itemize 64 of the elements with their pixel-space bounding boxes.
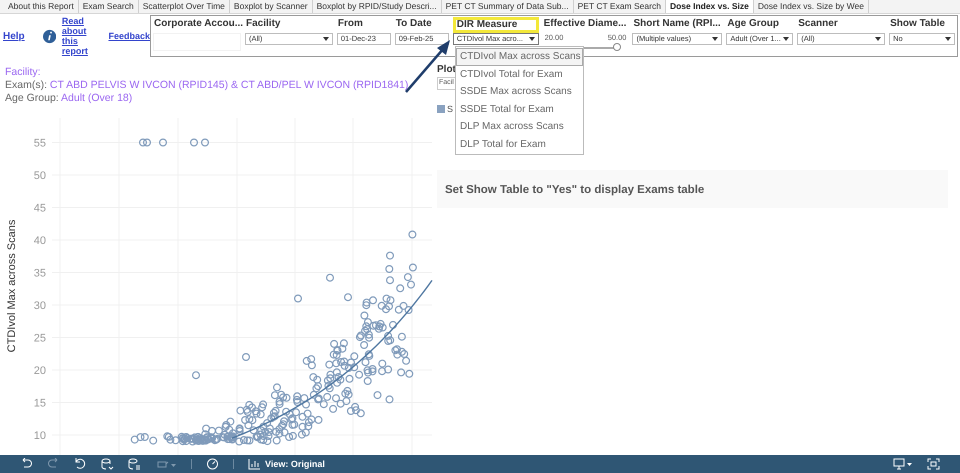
filter-label: Corporate Accou...	[153, 17, 241, 31]
facility-label: Facility:	[5, 66, 42, 79]
database-refresh-icon[interactable]	[101, 458, 114, 470]
axis-tick-label: 10	[34, 430, 46, 442]
filter-label: Age Group	[726, 17, 780, 31]
dropdown-option[interactable]: DLP Max across Scans	[456, 118, 583, 136]
caret-icon	[322, 37, 329, 41]
undo-icon[interactable]	[20, 458, 33, 470]
feedback-link[interactable]: Feedback	[108, 31, 150, 41]
filter-label: Scanner	[797, 17, 839, 31]
help-link[interactable]: Help	[3, 30, 25, 42]
filter-label: From	[336, 17, 364, 31]
axis-tick-label: 25	[34, 332, 46, 344]
caret-icon	[528, 37, 535, 41]
filter-label: Short Name (RPI...	[632, 17, 722, 31]
about-link[interactable]: Read about this report	[62, 16, 102, 56]
axis-tick-label: 35	[34, 268, 46, 280]
axis-tick-label: 55	[34, 138, 46, 150]
gauge-icon[interactable]	[206, 458, 219, 470]
report-tab[interactable]: Dose Index vs. Size by Wee	[754, 0, 869, 13]
age-group-label: Age Group:	[5, 92, 59, 104]
report-tab[interactable]: Scatterplot Over Time	[138, 0, 230, 13]
report-tab[interactable]: Boxplot by Scanner	[230, 0, 313, 13]
dropdown-option[interactable]: SSDE Total for Exam	[456, 100, 583, 118]
fullscreen-icon[interactable]	[927, 458, 940, 470]
revert-icon[interactable]	[74, 458, 87, 470]
exams-value: CT ABD PELVIS W IVCON (RPID145) & CT ABD/PEL W IVCON (RPID1841)	[50, 79, 408, 91]
dropdown-option[interactable]: CTDIvol Total for Exam	[456, 66, 583, 83]
legend-label: S	[447, 104, 454, 114]
report-tab[interactable]: PET CT Summary of Data Sub...	[442, 0, 574, 13]
plot-label: Plot	[437, 64, 456, 75]
filter-label: Effective Diame...	[542, 17, 628, 31]
view-button[interactable]: View: Original	[248, 458, 325, 470]
exams-label: Exam(s):	[5, 79, 47, 91]
axis-title: CTDIvol Max across Scans	[6, 220, 18, 352]
info-icon[interactable]	[42, 28, 56, 44]
dropdown-option[interactable]: CTDIvol Max across Scans	[456, 48, 583, 66]
axis-tick-label: 40	[34, 235, 46, 247]
legend-swatch	[437, 105, 445, 113]
dropdown-option[interactable]: SSDE Max across Scans	[456, 83, 583, 100]
report-tab[interactable]: Dose Index vs. Size	[666, 0, 754, 13]
axis-tick-label: 30	[34, 300, 46, 312]
bar-chart-icon	[248, 458, 261, 470]
report-tab[interactable]: Boxplot by RPID/Study Descri...	[312, 0, 442, 13]
filter-label: DIR Measure	[452, 17, 539, 33]
report-tab[interactable]: About this Report	[4, 0, 79, 13]
database-pause-icon[interactable]	[128, 458, 141, 470]
slider-thumb[interactable]	[613, 43, 622, 51]
filter-label: Show Table	[889, 17, 946, 31]
filter-label: Facility	[245, 17, 282, 31]
caret-icon	[945, 37, 952, 41]
axis-tick-label: 45	[34, 202, 46, 214]
axis-tick-label: 20	[34, 365, 46, 377]
report-tab[interactable]: Exam Search	[78, 0, 139, 13]
axis-tick-label: 15	[34, 398, 46, 410]
redo-icon[interactable]	[47, 458, 60, 470]
show-table-message: Set Show Table to "Yes" to display Exams table	[445, 184, 704, 196]
dropdown-option[interactable]: DLP Total for Exam	[456, 136, 583, 153]
axis-tick-label: 50	[34, 170, 46, 182]
caret-icon	[712, 37, 718, 41]
filter-label: To Date	[394, 17, 433, 31]
age-group-value: Adult (Over 18)	[61, 92, 132, 104]
caret-icon	[875, 37, 882, 41]
caret-icon	[783, 37, 790, 41]
